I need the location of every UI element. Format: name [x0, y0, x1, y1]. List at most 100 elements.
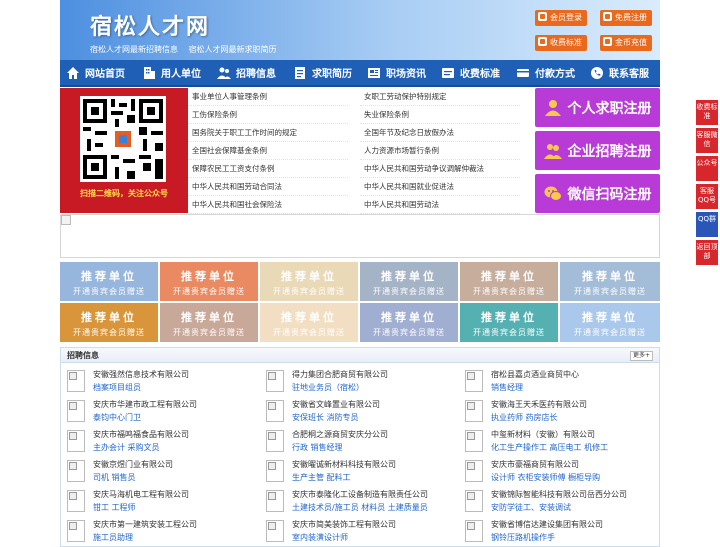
company-name[interactable]: 合肥桐之源商贸安庆分公司	[292, 429, 388, 440]
company-name[interactable]: 安徽省文峰置业有限公司	[292, 399, 380, 410]
recommend-slot[interactable]: 推荐单位 开通贵宾会员赠送	[460, 262, 558, 301]
recommend-slot[interactable]: 推荐单位 开通贵宾会员赠送	[60, 262, 158, 301]
slogan-latest-jobs[interactable]: 宿松人才网最新招聘信息	[90, 45, 178, 54]
company-logo[interactable]	[266, 430, 284, 452]
nav-payment[interactable]: 付款方式	[510, 59, 584, 86]
job-item[interactable]: 得力集团合肥商贸有限公司 驻地业务员（宿松）	[260, 367, 455, 397]
job-positions[interactable]: 化工生产操作工 高压电工 机修工	[491, 442, 608, 453]
law-link[interactable]: 中华人民共和国劳动争议调解仲裁法	[360, 160, 520, 178]
company-logo[interactable]	[67, 430, 85, 452]
side-back-to-top[interactable]: 返回顶部	[696, 240, 718, 265]
law-link[interactable]: 失业保险条例	[360, 106, 520, 124]
company-logo[interactable]	[67, 400, 85, 422]
job-positions[interactable]: 司机 销售员	[93, 472, 136, 483]
law-link[interactable]: 女职工劳动保护特别规定	[360, 88, 520, 106]
more-button[interactable]: 更多+	[629, 351, 653, 361]
company-logo[interactable]	[266, 400, 284, 422]
job-positions[interactable]: 生产主管 配料工	[292, 472, 351, 483]
company-name[interactable]: 中玺新材料（安徽）有限公司	[491, 429, 595, 440]
company-logo[interactable]	[67, 520, 85, 542]
company-logo[interactable]	[465, 520, 483, 542]
company-logo[interactable]	[465, 430, 483, 452]
job-positions[interactable]: 施工员助理	[93, 532, 133, 543]
company-logo[interactable]	[266, 520, 284, 542]
recommend-slot[interactable]: 推荐单位 开通贵宾会员赠送	[160, 303, 258, 342]
job-positions[interactable]: 驻地业务员（宿松）	[292, 382, 364, 393]
nav-resumes[interactable]: 求职简历	[287, 59, 361, 86]
company-logo[interactable]	[465, 370, 483, 392]
ad-banner[interactable]	[60, 214, 660, 258]
company-logo[interactable]	[465, 460, 483, 482]
job-item[interactable]: 安庆市泰隆化工设备制造有限责任公司 土建技术员/施工员 材料员 土建质量员	[260, 487, 455, 517]
job-item[interactable]: 合肥桐之源商贸安庆分公司 行政 销售经理	[260, 427, 455, 457]
company-logo[interactable]	[465, 400, 483, 422]
company-name[interactable]: 安庆市泰隆化工设备制造有限责任公司	[292, 489, 428, 500]
gold-recharge-button[interactable]: 金币充值	[600, 35, 652, 51]
law-link[interactable]: 人力资源市场暂行条例	[360, 142, 520, 160]
job-item[interactable]: 宿松县嘉贞酒业商贸中心 销售经理	[459, 367, 654, 397]
side-official-account[interactable]: 公众号	[696, 156, 718, 181]
recommend-slot[interactable]: 推荐单位 开通贵宾会员赠送	[160, 262, 258, 301]
job-positions[interactable]: 安防学徒工、安装调试	[491, 502, 571, 513]
job-positions[interactable]: 设计师 衣柜安装师傅 橱柜导购	[491, 472, 600, 483]
company-name[interactable]: 安徽强然信息技术有限公司	[93, 369, 189, 380]
recommend-slot[interactable]: 推荐单位 开通贵宾会员赠送	[560, 303, 660, 342]
job-positions[interactable]: 行政 销售经理	[292, 442, 343, 453]
member-login-button[interactable]: 会员登录	[535, 10, 587, 26]
job-item[interactable]: 安徽锦际智能科技有限公司岳西分公司 安防学徒工、安装调试	[459, 487, 654, 517]
company-logo[interactable]	[67, 460, 85, 482]
job-item[interactable]: 安徽省博信达建设集团有限公司 钢铃压路机操作手	[459, 517, 654, 547]
side-qq-group[interactable]: QQ群	[696, 212, 718, 237]
company-logo[interactable]	[266, 490, 284, 512]
recommend-slot[interactable]: 推荐单位 开通贵宾会员赠送	[360, 262, 458, 301]
side-qq-service[interactable]: 客服QQ号	[696, 184, 718, 209]
recommend-slot[interactable]: 推荐单位 开通贵宾会员赠送	[460, 303, 558, 342]
fee-standard-button[interactable]: 收费标准	[535, 35, 587, 51]
law-link[interactable]: 国务院关于职工工作时间的规定	[188, 124, 348, 142]
company-logo[interactable]	[266, 370, 284, 392]
recommend-slot[interactable]: 推荐单位 开通贵宾会员赠送	[260, 303, 358, 342]
job-positions[interactable]: 档案项目组员	[93, 382, 141, 393]
job-positions[interactable]: 主办会计 采购文员	[93, 442, 160, 453]
company-name[interactable]: 安庆市豪福商贸有限公司	[491, 459, 579, 470]
job-positions[interactable]: 执业药师 药房店长	[491, 412, 558, 423]
slogan-latest-resumes[interactable]: 宿松人才网最新求职简历	[189, 45, 277, 54]
job-item[interactable]: 安徽省文峰置业有限公司 安保班长 消防专员	[260, 397, 455, 427]
job-positions[interactable]: 钳工 工程师	[93, 502, 136, 513]
recommend-slot[interactable]: 推荐单位 开通贵宾会员赠送	[360, 303, 458, 342]
company-name[interactable]: 安庆市简美装饰工程有限公司	[292, 519, 396, 530]
job-positions[interactable]: 销售经理	[491, 382, 523, 393]
nav-contact[interactable]: 联系客服	[584, 59, 660, 86]
job-item[interactable]: 安庆马海机电工程有限公司 钳工 工程师	[61, 487, 256, 517]
company-name[interactable]: 宿松县嘉贞酒业商贸中心	[491, 369, 579, 380]
side-fee-standard[interactable]: 收费标准	[696, 100, 718, 125]
nav-employers[interactable]: 用人单位	[136, 59, 211, 86]
wechat-register-button[interactable]: 微信扫码注册	[535, 174, 660, 213]
company-name[interactable]: 安徽京煜门业有限公司	[93, 459, 173, 470]
nav-news[interactable]: 职场资讯	[361, 59, 435, 86]
company-logo[interactable]	[67, 370, 85, 392]
side-wechat-service[interactable]: 客服微信	[696, 128, 718, 153]
job-item[interactable]: 安徽强然信息技术有限公司 档案项目组员	[61, 367, 256, 397]
company-name[interactable]: 安徽锦际智能科技有限公司岳西分公司	[491, 489, 627, 500]
nav-home[interactable]: 网站首页	[60, 59, 136, 86]
job-item[interactable]: 安徽京煜门业有限公司 司机 销售员	[61, 457, 256, 487]
job-item[interactable]: 安庆市豪福商贸有限公司设计师 衣柜安装师傅 橱柜导购	[459, 457, 654, 487]
job-positions[interactable]: 安保班长 消防专员	[292, 412, 359, 423]
job-positions[interactable]: 土建技术员/施工员 材料员 土建质量员	[292, 502, 428, 513]
job-item[interactable]: 安徽曜诚新材料科技有限公司 生产主管 配料工	[260, 457, 455, 487]
company-logo[interactable]	[266, 460, 284, 482]
company-logo[interactable]	[67, 490, 85, 512]
job-positions[interactable]: 泰钧中心门卫	[93, 412, 141, 423]
company-name[interactable]: 安庆马海机电工程有限公司	[93, 489, 189, 500]
company-register-button[interactable]: 企业招聘注册	[535, 131, 660, 170]
job-item[interactable]: 安庆市华建市政工程有限公司 泰钧中心门卫	[61, 397, 256, 427]
law-link[interactable]: 全国社会保障基金条例	[188, 142, 348, 160]
job-item[interactable]: 安庆市第一建筑安装工程公司 施工员助理	[61, 517, 256, 547]
free-register-button[interactable]: 免费注册	[600, 10, 652, 26]
company-name[interactable]: 得力集团合肥商贸有限公司	[292, 369, 388, 380]
law-link[interactable]: 工伤保险条例	[188, 106, 348, 124]
recommend-slot[interactable]: 推荐单位 开通贵宾会员赠送	[560, 262, 660, 301]
law-link[interactable]: 中华人民共和国就业促进法	[360, 178, 520, 196]
nav-fee-standard[interactable]: 收费标准	[435, 59, 510, 86]
